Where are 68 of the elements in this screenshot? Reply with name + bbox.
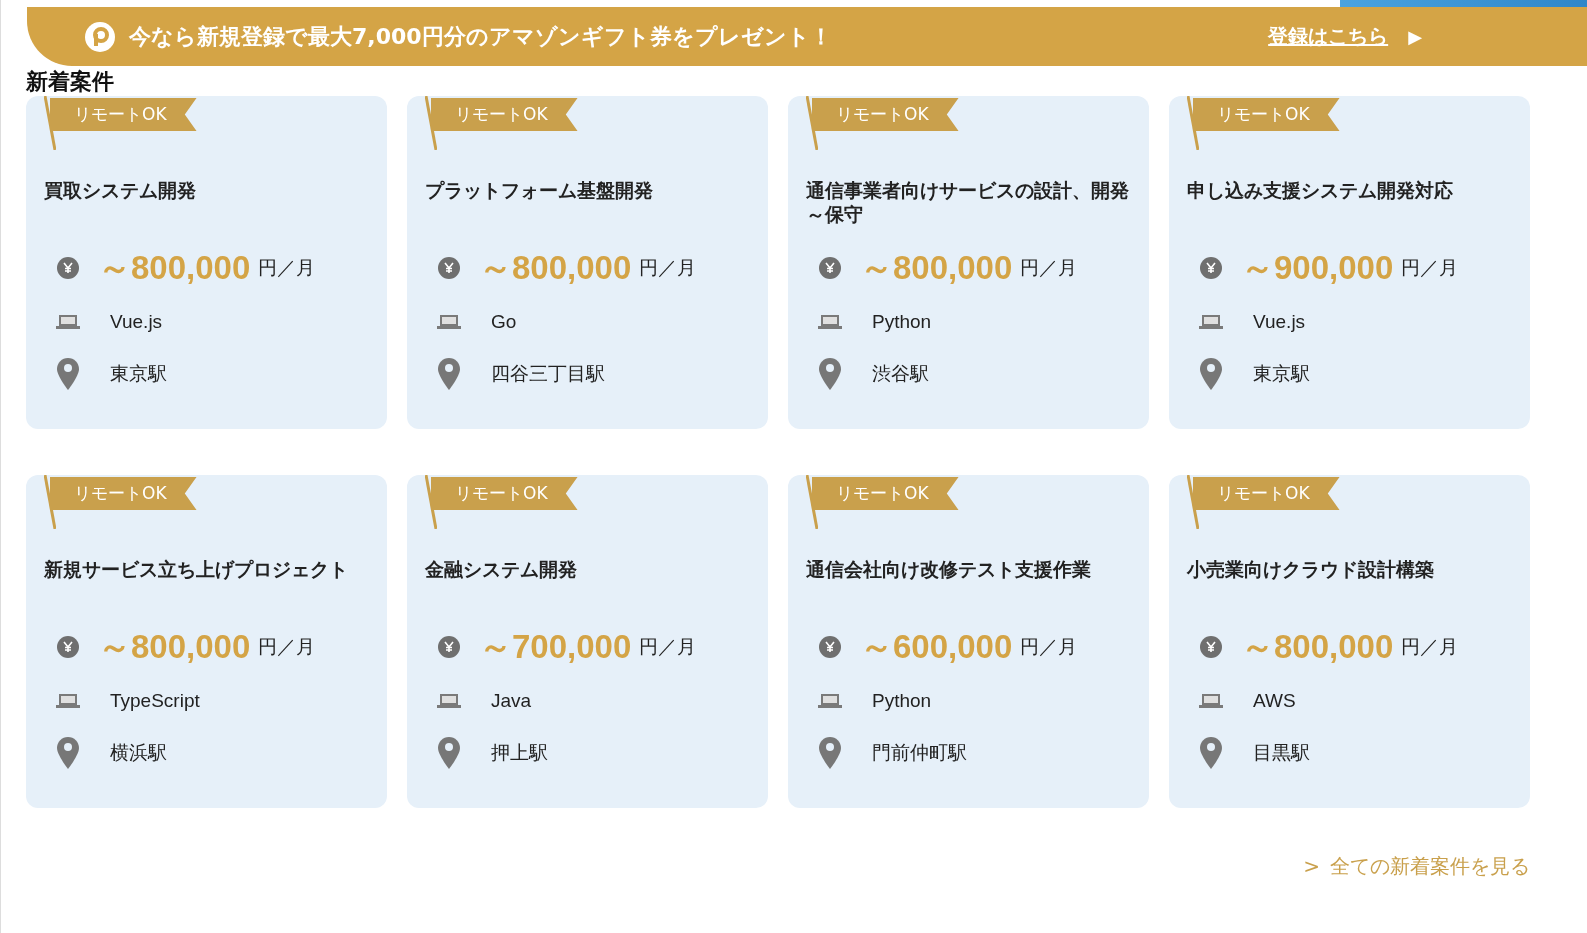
job-title: 通信事業者向けサービスの設計、開発～保守 <box>806 178 1130 227</box>
skill-label: Vue.js <box>110 311 163 333</box>
salary-unit: 円／月 <box>639 255 697 280</box>
flag-pole-icon <box>806 96 818 150</box>
salary-unit: 円／月 <box>639 634 697 659</box>
job-card[interactable]: リモートOK 申し込み支援システム開発対応 ～900,000 円／月 Vue.js 東京駅 <box>1169 96 1530 429</box>
remote-badge: リモートOK <box>50 98 197 131</box>
job-title: 小売業向けクラウド設計構築 <box>1187 557 1435 582</box>
station-label: 横浜駅 <box>110 741 167 765</box>
station-label: 門前仲町駅 <box>872 741 967 765</box>
job-title: 買取システム開発 <box>44 178 197 203</box>
skill-label: AWS <box>1253 690 1296 712</box>
salary-unit: 円／月 <box>1401 255 1459 280</box>
flag-pole-icon <box>44 96 56 150</box>
flag-pole-icon <box>425 96 437 150</box>
salary-unit: 円／月 <box>1020 634 1078 659</box>
salary-unit: 円／月 <box>1020 255 1078 280</box>
promo-message: 今なら新規登録で最大7,000円分のアマゾンギフト券をプレゼント！ <box>129 22 832 51</box>
job-title: 申し込み支援システム開発対応 <box>1187 178 1454 203</box>
salary-amount: ～800,000 <box>1241 626 1394 667</box>
skill-label: Python <box>872 690 932 712</box>
job-title: 金融システム開発 <box>425 557 578 582</box>
salary-amount: ～700,000 <box>479 626 632 667</box>
skill-label: TypeScript <box>110 690 200 712</box>
job-card[interactable]: リモートOK プラットフォーム基盤開発 ～800,000 円／月 Go 四谷三丁目駅 <box>407 96 768 429</box>
salary-amount: ～800,000 <box>479 247 632 288</box>
remote-badge: リモートOK <box>812 98 959 131</box>
remote-badge: リモートOK <box>812 477 959 510</box>
flag-pole-icon <box>44 475 56 529</box>
job-card[interactable]: リモートOK 買取システム開発 ～800,000 円／月 Vue.js 東京駅 <box>26 96 387 429</box>
salary-amount: ～900,000 <box>1241 247 1394 288</box>
remote-badge: リモートOK <box>50 477 197 510</box>
job-title: プラットフォーム基盤開発 <box>425 178 654 203</box>
job-card[interactable]: リモートOK 金融システム開発 ～700,000 円／月 Java 押上駅 <box>407 475 768 808</box>
point-logo-icon <box>85 21 115 52</box>
job-card[interactable]: リモートOK 小売業向けクラウド設計構築 ～800,000 円／月 AWS 目黒駅 <box>1169 475 1530 808</box>
station-label: 目黒駅 <box>1253 741 1310 765</box>
station-label: 渋谷駅 <box>872 362 929 386</box>
flag-pole-icon <box>1187 475 1199 529</box>
salary-amount: ～800,000 <box>98 247 251 288</box>
salary-unit: 円／月 <box>1401 634 1459 659</box>
job-card[interactable]: リモートOK 通信会社向け改修テスト支援作業 ～600,000 円／月 Python 門前仲町駅 <box>788 475 1149 808</box>
skill-label: Go <box>491 311 517 333</box>
salary-amount: ～800,000 <box>860 247 1013 288</box>
station-label: 四谷三丁目駅 <box>491 362 605 386</box>
station-label: 押上駅 <box>491 741 548 765</box>
arrow-icon: ▶ <box>1408 26 1422 47</box>
salary-unit: 円／月 <box>258 255 316 280</box>
skill-label: Java <box>491 690 532 712</box>
skill-label: Vue.js <box>1253 311 1306 333</box>
flag-pole-icon <box>1187 96 1199 150</box>
salary-unit: 円／月 <box>258 634 316 659</box>
flag-pole-icon <box>806 475 818 529</box>
flag-pole-icon <box>425 475 437 529</box>
salary-amount: ～800,000 <box>98 626 251 667</box>
remote-badge: リモートOK <box>431 477 578 510</box>
remote-badge: リモートOK <box>431 98 578 131</box>
station-label: 東京駅 <box>110 362 167 386</box>
job-title: 新規サービス立ち上げプロジェクト <box>44 557 349 582</box>
salary-amount: ～600,000 <box>860 626 1013 667</box>
job-card[interactable]: リモートOK 通信事業者向けサービスの設計、開発～保守 ～800,000 円／月 Python 渋谷駅 <box>788 96 1149 429</box>
remote-badge: リモートOK <box>1193 98 1340 131</box>
job-card[interactable]: リモートOK 新規サービス立ち上げプロジェクト ～800,000 円／月 TypeScript 横浜駅 <box>26 475 387 808</box>
section-heading: 新着案件 <box>26 68 114 96</box>
job-title: 通信会社向け改修テスト支援作業 <box>806 557 1092 582</box>
skill-label: Python <box>872 311 932 333</box>
remote-badge: リモートOK <box>1193 477 1340 510</box>
station-label: 東京駅 <box>1253 362 1310 386</box>
